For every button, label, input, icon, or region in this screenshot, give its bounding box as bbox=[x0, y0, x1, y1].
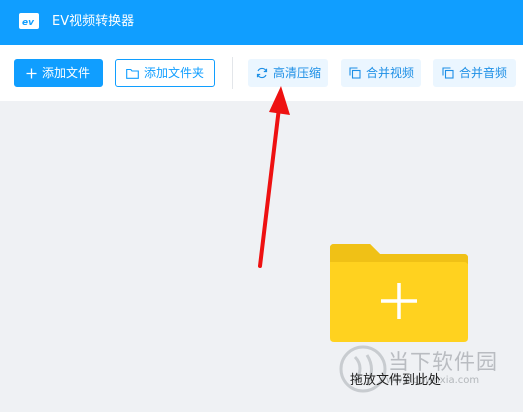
add-folder-drop-icon[interactable] bbox=[330, 244, 468, 342]
add-folder-button[interactable]: 添加文件夹 bbox=[115, 59, 215, 87]
merge-audio-label: 合并音频 bbox=[459, 66, 508, 80]
toolbar-divider bbox=[232, 57, 233, 89]
merge-video-button[interactable]: 合并视频 bbox=[341, 59, 421, 87]
copy-icon bbox=[442, 67, 454, 79]
plus-icon bbox=[26, 68, 37, 78]
drop-hint-text: 拖放文件到此处 bbox=[350, 373, 442, 388]
toolbar: 添加文件 添加文件夹 高清压缩 合并视频 合并音频 bbox=[0, 45, 523, 101]
ev-logo-icon: ev bbox=[19, 13, 39, 29]
merge-video-label: 合并视频 bbox=[366, 66, 415, 80]
add-file-label: 添加文件 bbox=[42, 66, 91, 80]
hd-compress-button[interactable]: 高清压缩 bbox=[248, 59, 328, 87]
hd-compress-label: 高清压缩 bbox=[273, 66, 322, 80]
add-folder-label: 添加文件夹 bbox=[144, 66, 205, 80]
folder-icon bbox=[126, 68, 139, 79]
add-file-button[interactable]: 添加文件 bbox=[14, 59, 103, 87]
app-title: EV视频转换器 bbox=[52, 14, 135, 29]
title-bar: ev EV视频转换器 bbox=[0, 0, 523, 45]
merge-audio-button[interactable]: 合并音频 bbox=[433, 59, 516, 87]
copy-icon bbox=[349, 67, 361, 79]
refresh-icon bbox=[256, 67, 268, 79]
svg-text:ev: ev bbox=[22, 18, 35, 28]
